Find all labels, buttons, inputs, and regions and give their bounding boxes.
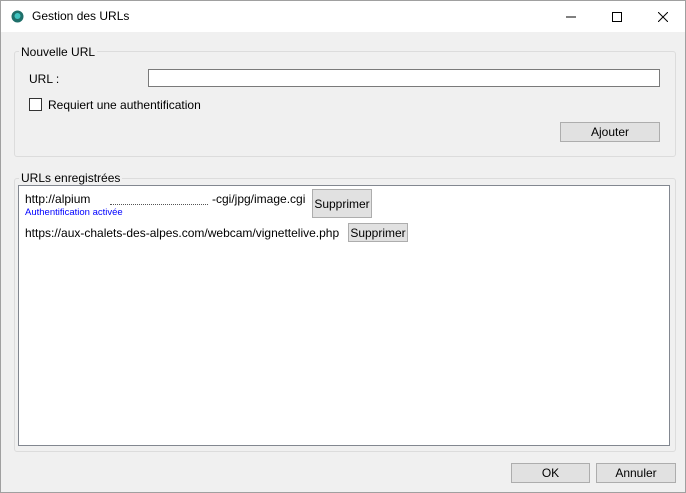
saved-url-1-auth-note: Authentification activée — [25, 207, 123, 218]
saved-url-1-start: http://alpium — [25, 192, 91, 206]
new-url-group-label: Nouvelle URL — [19, 45, 98, 59]
saved-url-1-end: -cgi/jpg/image.cgi — [212, 192, 306, 206]
saved-url-2: https://aux-chalets-des-alpes.com/webcam… — [25, 226, 340, 240]
ok-button[interactable]: OK — [511, 463, 590, 483]
auth-checkbox-label[interactable]: Requiert une authentification — [48, 98, 201, 112]
delete-url-1-button[interactable]: Supprimer — [312, 189, 372, 218]
add-button[interactable]: Ajouter — [560, 122, 660, 142]
saved-urls-list[interactable] — [18, 185, 670, 446]
cancel-button[interactable]: Annuler — [596, 463, 676, 483]
delete-url-2-button[interactable]: Supprimer — [348, 223, 408, 242]
minimize-button[interactable] — [548, 1, 594, 32]
window-title: Gestion des URLs — [32, 9, 130, 23]
title-bar[interactable]: Gestion des URLs — [1, 1, 685, 32]
close-button[interactable] — [640, 1, 686, 32]
url-label: URL : — [29, 72, 60, 86]
maximize-icon — [612, 11, 622, 22]
auth-checkbox[interactable] — [29, 98, 42, 111]
minimize-icon — [566, 16, 576, 17]
redacted-text — [110, 191, 208, 205]
url-input[interactable] — [148, 69, 660, 87]
maximize-button[interactable] — [594, 1, 640, 32]
saved-urls-group-label: URLs enregistrées — [19, 171, 123, 185]
app-icon — [11, 10, 24, 23]
close-icon — [658, 11, 668, 22]
dialog-window: Gestion des URLs Nouvelle URL URL : Requ… — [0, 0, 686, 493]
